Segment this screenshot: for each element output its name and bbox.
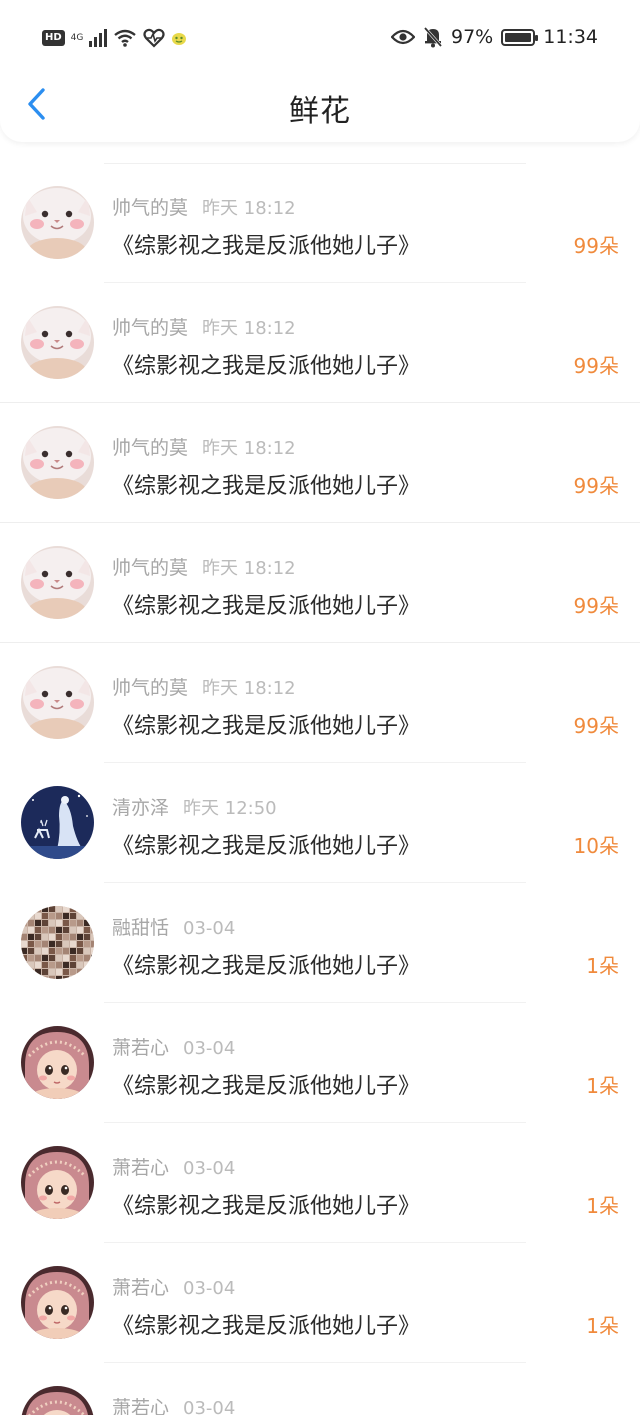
signal-icon [89, 29, 108, 47]
book-title: 《综影视之我是反派他她儿子》 [112, 474, 421, 499]
avatar[interactable] [21, 786, 94, 859]
username: 帅气的莫 [112, 197, 189, 219]
avatar[interactable] [21, 666, 94, 739]
wifi-icon [114, 29, 137, 47]
flower-count: 99朵 [573, 234, 619, 258]
timestamp: 昨天 18:12 [202, 318, 296, 339]
user-line: 帅气的莫 昨天 18:12 [112, 313, 296, 340]
list-item[interactable]: 融甜恬 03-04 《综影视之我是反派他她儿子》 1朵 [0, 882, 640, 1003]
nav-bar: 鲜花 [0, 78, 640, 138]
eye-icon [391, 29, 415, 45]
list-item[interactable]: 萧若心 03-04 《综影视之我是反派他她儿子》 1朵 [0, 1002, 640, 1123]
list-item[interactable]: 帅气的莫 昨天 18:12 《综影视之我是反派他她儿子》 99朵 [0, 642, 640, 763]
avatar[interactable] [21, 546, 94, 619]
battery-percent: 97% [451, 26, 494, 48]
avatar[interactable] [21, 906, 94, 979]
user-line: 帅气的莫 昨天 18:12 [112, 673, 296, 700]
book-title: 《综影视之我是反派他她儿子》 [112, 954, 421, 979]
flower-count: 1朵 [586, 1314, 619, 1338]
mute-bell-icon [423, 27, 443, 48]
timestamp: 03-04 [183, 918, 236, 939]
book-title: 《综影视之我是反派他她儿子》 [112, 354, 421, 379]
page-title: 鲜花 [289, 94, 351, 129]
user-line: 清亦泽 昨天 12:50 [112, 793, 277, 820]
avatar[interactable] [21, 306, 94, 379]
username: 萧若心 [112, 1037, 170, 1059]
network-type: 4G [70, 32, 84, 43]
clock-time: 11:34 [543, 26, 598, 48]
book-title: 《综影视之我是反派他她儿子》 [112, 1074, 421, 1099]
username: 帅气的莫 [112, 557, 189, 579]
avatar[interactable] [21, 426, 94, 499]
flower-count: 99朵 [573, 354, 619, 378]
flower-count: 99朵 [573, 594, 619, 618]
timestamp: 昨天 18:12 [202, 198, 296, 219]
list-item[interactable]: 帅气的莫 昨天 18:12 《综影视之我是反派他她儿子》 99朵 [0, 522, 640, 643]
username: 融甜恬 [112, 917, 170, 939]
status-right: 97% 11:34 [391, 26, 598, 48]
timestamp: 03-04 [183, 1038, 236, 1059]
user-line: 帅气的莫 昨天 18:12 [112, 553, 296, 580]
timestamp: 昨天 18:12 [202, 678, 296, 699]
app-notification-icon [172, 33, 187, 45]
username: 萧若心 [112, 1397, 170, 1415]
avatar[interactable] [21, 1026, 94, 1099]
book-title: 《综影视之我是反派他她儿子》 [112, 1314, 421, 1339]
avatar[interactable] [21, 186, 94, 259]
book-title: 《综影视之我是反派他她儿子》 [112, 1194, 421, 1219]
user-line: 萧若心 03-04 [112, 1273, 235, 1300]
list-item[interactable]: 帅气的莫 昨天 18:12 《综影视之我是反派他她儿子》 99朵 [0, 162, 640, 283]
user-line: 融甜恬 03-04 [112, 913, 235, 940]
flower-count: 1朵 [586, 954, 619, 978]
user-line: 帅气的莫 昨天 18:12 [112, 433, 296, 460]
user-line: 帅气的莫 昨天 18:12 [112, 193, 296, 220]
book-title: 《综影视之我是反派他她儿子》 [112, 834, 421, 859]
screen: HD 4G 97% 11:34 鲜花 帅气的莫 昨天 18:12 《综影视之我是… [0, 0, 640, 1415]
timestamp: 昨天 18:12 [202, 438, 296, 459]
timestamp: 03-04 [183, 1278, 236, 1299]
user-line: 萧若心 03-04 [112, 1393, 235, 1415]
flower-count: 1朵 [586, 1074, 619, 1098]
list-item[interactable]: 帅气的莫 昨天 18:12 《综影视之我是反派他她儿子》 99朵 [0, 282, 640, 403]
username: 萧若心 [112, 1157, 170, 1179]
timestamp: 03-04 [183, 1158, 236, 1179]
user-line: 萧若心 03-04 [112, 1033, 235, 1060]
list-item[interactable]: 帅气的莫 昨天 18:12 《综影视之我是反派他她儿子》 99朵 [0, 402, 640, 523]
list-item[interactable]: 萧若心 03-04 [0, 1362, 640, 1415]
book-title: 《综影视之我是反派他她儿子》 [112, 594, 421, 619]
status-bar: HD 4G 97% 11:34 [0, 20, 640, 58]
list-item[interactable]: 萧若心 03-04 《综影视之我是反派他她儿子》 1朵 [0, 1242, 640, 1363]
user-line: 萧若心 03-04 [112, 1153, 235, 1180]
flower-list: 帅气的莫昨天 18:12 《综影视之我是反派他她儿子》 99朵 帅气的莫昨天 [0, 162, 640, 1415]
flower-count: 1朵 [586, 1194, 619, 1218]
book-title: 《综影视之我是反派他她儿子》 [112, 234, 421, 259]
hd-badge: HD [42, 30, 65, 46]
timestamp: 昨天 18:12 [202, 558, 296, 579]
username: 帅气的莫 [112, 437, 189, 459]
avatar[interactable] [21, 1386, 94, 1415]
avatar[interactable] [21, 1266, 94, 1339]
flower-count: 99朵 [573, 474, 619, 498]
username: 清亦泽 [112, 797, 170, 819]
list-item[interactable]: 萧若心 03-04 《综影视之我是反派他她儿子》 1朵 [0, 1122, 640, 1243]
username: 帅气的莫 [112, 677, 189, 699]
battery-icon [501, 28, 539, 46]
avatar[interactable] [21, 1146, 94, 1219]
status-left: HD 4G [42, 28, 187, 48]
flower-count: 10朵 [573, 834, 619, 858]
timestamp: 03-04 [183, 1398, 236, 1415]
header: HD 4G 97% 11:34 鲜花 [0, 0, 640, 142]
flower-count: 99朵 [573, 714, 619, 738]
list-item[interactable]: 清亦泽 昨天 12:50 《综影视之我是反派他她儿子》 10朵 [0, 762, 640, 883]
timestamp: 昨天 12:50 [183, 798, 277, 819]
book-title: 《综影视之我是反派他她儿子》 [112, 714, 421, 739]
username: 萧若心 [112, 1277, 170, 1299]
heart-rate-icon [143, 28, 165, 48]
username: 帅气的莫 [112, 317, 189, 339]
